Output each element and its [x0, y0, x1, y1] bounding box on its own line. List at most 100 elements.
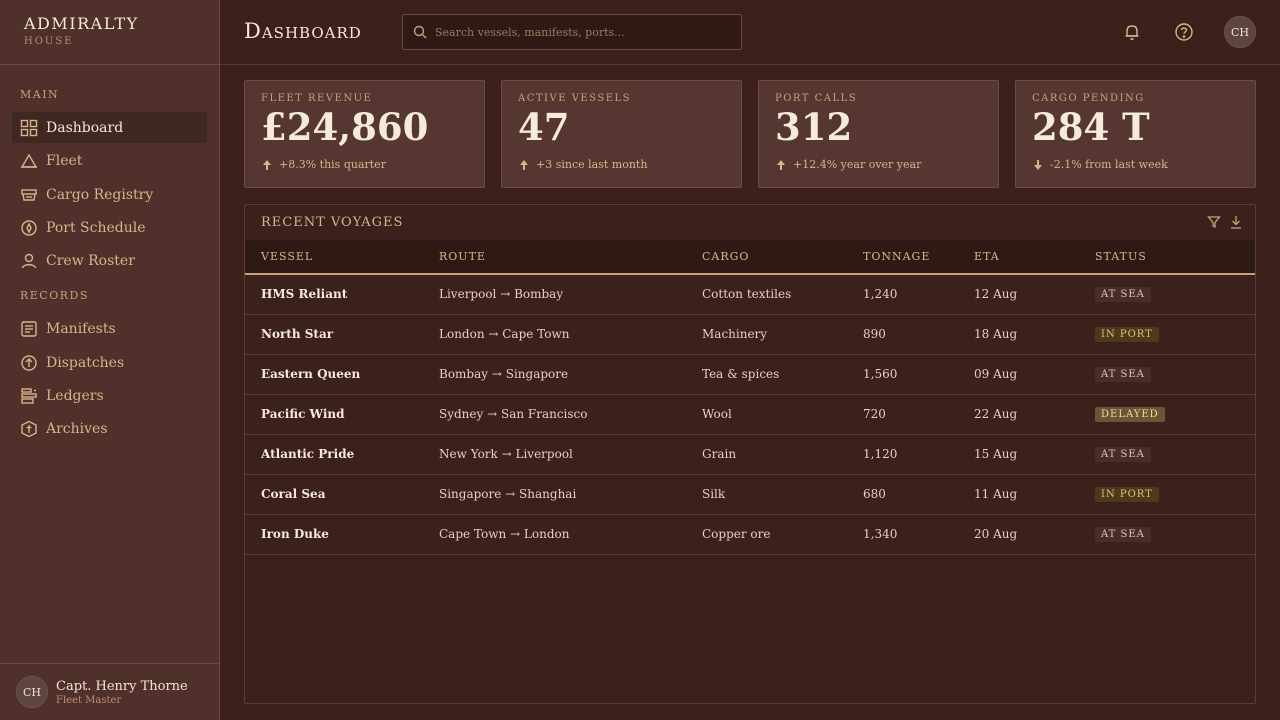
ledger-icon: [20, 387, 38, 405]
kpi-delta-text: +12.4% year over year: [793, 158, 922, 171]
kpi-delta-text: +3 since last month: [536, 158, 648, 171]
cell-eta: 20 Aug: [974, 527, 1018, 541]
cell-status: AT SEA: [1079, 274, 1255, 314]
header-avatar[interactable]: CH: [1224, 16, 1256, 48]
cargo-icon: [20, 186, 38, 204]
column-header-status[interactable]: STATUS: [1079, 240, 1255, 274]
cell-status: IN PORT: [1079, 314, 1255, 354]
cell-vessel: Coral Sea: [261, 487, 326, 501]
table-row[interactable]: HMS Reliant Liverpool → Bombay Cotton te…: [245, 274, 1255, 314]
sidebar-item-label: Dispatches: [46, 354, 125, 371]
sidebar-item-dashboard[interactable]: Dashboard: [12, 112, 207, 143]
sidebar-item-label: Port Schedule: [46, 219, 146, 236]
cell-vessel: HMS Reliant: [261, 287, 348, 302]
user-name: Capt. Henry Thorne: [56, 678, 188, 694]
panel-title: RECENT VOYAGES: [261, 215, 404, 230]
cell-eta: 09 Aug: [974, 367, 1018, 381]
sidebar-item-label: Crew Roster: [46, 252, 135, 269]
search-box[interactable]: [402, 14, 742, 50]
column-header-eta[interactable]: ETA: [958, 240, 1079, 274]
kpi-delta-text: +8.3% this quarter: [279, 158, 386, 171]
table-header-row: VESSEL ROUTE CARGO TONNAGE ETA STATUS: [245, 240, 1255, 274]
kpi-label: ACTIVE VESSELS: [518, 93, 632, 104]
sidebar-item-ledgers[interactable]: Ledgers: [12, 380, 207, 411]
download-icon[interactable]: [1229, 214, 1243, 230]
cell-route: London → Cape Town: [439, 327, 570, 341]
cell-route: Liverpool → Bombay: [439, 287, 564, 302]
user-role: Fleet Master: [56, 694, 122, 706]
kpi-value: 284 T: [1032, 105, 1150, 149]
nav-section-records: RECORDS: [20, 289, 89, 302]
cell-tonnage: 1,340: [863, 527, 898, 541]
sidebar-item-crew-roster[interactable]: Crew Roster: [12, 245, 207, 276]
nav-section-main: MAIN: [20, 88, 60, 101]
filter-icon[interactable]: [1207, 214, 1221, 230]
person-icon: [20, 252, 38, 270]
kpi-label: PORT CALLS: [775, 93, 858, 104]
cell-eta: 18 Aug: [974, 327, 1018, 341]
status-badge: IN PORT: [1095, 487, 1159, 502]
cell-cargo: Copper ore: [702, 527, 771, 541]
table-row[interactable]: Eastern Queen Bombay → Singapore Tea & s…: [245, 354, 1255, 394]
table-row[interactable]: Iron Duke Cape Town → London Copper ore …: [245, 514, 1255, 554]
sidebar-item-fleet[interactable]: Fleet: [12, 145, 207, 176]
cell-eta: 15 Aug: [974, 447, 1018, 461]
compass-icon: [20, 219, 38, 237]
arrow-up-icon: [518, 159, 530, 171]
cell-eta: 22 Aug: [974, 407, 1018, 421]
cell-vessel: Iron Duke: [261, 527, 329, 541]
cell-status: AT SEA: [1079, 354, 1255, 394]
table-row[interactable]: Coral Sea Singapore → Shanghai Silk 680 …: [245, 474, 1255, 514]
column-header-cargo[interactable]: CARGO: [686, 240, 847, 274]
table-row[interactable]: Atlantic Pride New York → Liverpool Grai…: [245, 434, 1255, 474]
table-row[interactable]: North Star London → Cape Town Machinery …: [245, 314, 1255, 354]
bell-icon[interactable]: [1122, 22, 1142, 42]
sidebar-item-cargo-registry[interactable]: Cargo Registry: [12, 179, 207, 210]
kpi-label: CARGO PENDING: [1032, 93, 1145, 104]
sidebar-item-port-schedule[interactable]: Port Schedule: [12, 212, 207, 243]
sidebar-item-label: Dashboard: [46, 119, 124, 136]
cell-eta: 12 Aug: [974, 287, 1018, 302]
cell-status: AT SEA: [1079, 434, 1255, 474]
arrow-up-icon: [261, 159, 273, 171]
cell-route: Cape Town → London: [439, 527, 570, 541]
column-header-vessel[interactable]: VESSEL: [245, 240, 423, 274]
dispatch-icon: [20, 354, 38, 372]
brand[interactable]: ADMIRALTY HOUSE: [0, 0, 219, 65]
cell-cargo: Cotton textiles: [702, 287, 792, 302]
cell-cargo: Grain: [702, 447, 737, 461]
sidebar-item-manifests[interactable]: Manifests: [12, 313, 207, 344]
cell-tonnage: 890: [863, 327, 886, 341]
help-icon[interactable]: [1174, 22, 1194, 42]
kpi-delta: +12.4% year over year: [775, 158, 998, 171]
grid-icon: [20, 119, 38, 137]
status-badge: AT SEA: [1095, 447, 1151, 462]
kpi-delta: -2.1% from last week: [1032, 158, 1255, 171]
topbar: Dashboard CH: [220, 0, 1280, 65]
cell-tonnage: 1,240: [863, 287, 898, 302]
kpi-card-port-calls: PORT CALLS 312 +12.4% year over year: [758, 80, 999, 188]
kpi-card-cargo-pending: CARGO PENDING 284 T -2.1% from last week: [1015, 80, 1256, 188]
search-input[interactable]: [435, 25, 725, 39]
ship-icon: [20, 152, 38, 170]
column-header-route[interactable]: ROUTE: [423, 240, 686, 274]
cell-cargo: Wool: [702, 407, 732, 421]
cell-cargo: Silk: [702, 487, 726, 501]
sidebar-item-archives[interactable]: Archives: [12, 413, 207, 444]
cell-route: Bombay → Singapore: [439, 367, 569, 381]
cell-route: New York → Liverpool: [439, 447, 573, 461]
sidebar-item-label: Ledgers: [46, 387, 104, 404]
arrow-down-icon: [1032, 159, 1044, 171]
search-icon: [413, 25, 427, 39]
kpi-delta: +8.3% this quarter: [261, 158, 484, 171]
cell-status: IN PORT: [1079, 474, 1255, 514]
sidebar-item-label: Fleet: [46, 152, 83, 169]
column-header-tonnage[interactable]: TONNAGE: [847, 240, 958, 274]
kpi-delta: +3 since last month: [518, 158, 741, 171]
cell-tonnage: 1,560: [863, 367, 898, 381]
sidebar-item-dispatches[interactable]: Dispatches: [12, 347, 207, 378]
cell-route: Singapore → Shanghai: [439, 487, 577, 501]
table-row[interactable]: Pacific Wind Sydney → San Francisco Wool…: [245, 394, 1255, 434]
cell-tonnage: 680: [863, 487, 886, 501]
user-profile[interactable]: CH Capt. Henry Thorne Fleet Master: [0, 663, 219, 720]
